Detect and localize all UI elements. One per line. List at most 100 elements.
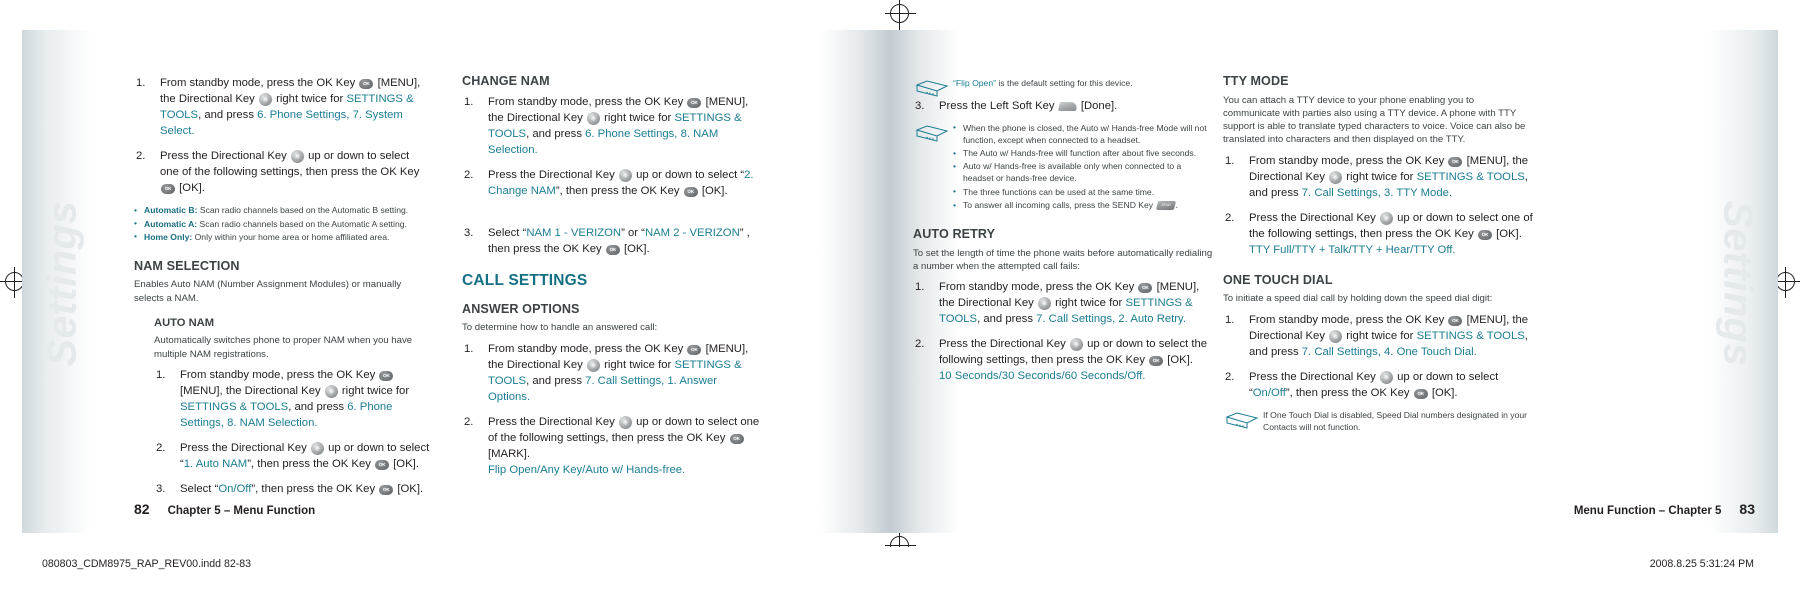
list-item: When the phone is closed, the Auto w/ Ha… <box>953 122 1213 147</box>
step-text: . <box>1448 186 1453 199</box>
list-item: Auto w/ Hands-free is available only whe… <box>953 161 1213 185</box>
heading-auto-retry: AUTO RETRY <box>913 226 996 241</box>
step-text: right twice for <box>1055 297 1123 310</box>
ok-key-icon <box>379 485 394 496</box>
step-text: right twice for <box>604 111 672 124</box>
step-item: From standby mode, press the OK Key [MEN… <box>134 75 430 139</box>
send-key-icon <box>1155 201 1176 211</box>
step-text: Select “ <box>488 226 527 239</box>
option-term: Home Only: <box>144 231 193 242</box>
step-text: [OK]. <box>1431 386 1458 399</box>
ok-key-icon <box>1448 156 1463 167</box>
directional-key-icon <box>1037 297 1051 311</box>
directional-key-icon <box>1379 211 1393 225</box>
menu-option: NAM 2 - VERIZON <box>644 226 740 239</box>
note-quoted-value: “Flip Open” <box>953 78 996 88</box>
step-item: Press the Left Soft Key [Done]. <box>913 98 1213 114</box>
scan-filename: 080803_CDM8975_RAP_REV00.indd 82-83 <box>42 558 252 570</box>
auto-retry-steps: From standby mode, press the OK Key [MEN… <box>913 279 1213 384</box>
tty-mode-steps: From standby mode, press the OK Key [MEN… <box>1223 153 1533 258</box>
ok-key-icon <box>1477 229 1492 240</box>
step-text: , and press <box>977 313 1033 326</box>
step-text: From standby mode, press the OK Key <box>939 281 1135 293</box>
step-text: , and press <box>288 401 345 413</box>
tty-mode-body: You can attach a TTY device to your phon… <box>1223 94 1526 146</box>
nam-selection-body: Enables Auto NAM (Number Assignment Modu… <box>134 279 402 304</box>
list-item: The Auto w/ Hands-free will function aft… <box>953 148 1213 160</box>
section-tab-right: Settings <box>1715 200 1762 367</box>
option-term: Automatic A: <box>144 218 198 229</box>
auto-retry-body: To set the length of time the phone wait… <box>913 247 1213 272</box>
step-text: , and press <box>526 127 582 140</box>
note-one-touch-dial: If One Touch Dial is disabled, Speed Dia… <box>1223 410 1533 434</box>
ok-key-icon <box>379 370 394 381</box>
auto-nam-body: Automatically switches phone to proper N… <box>154 335 413 360</box>
step-text: up or down to select “ <box>636 168 745 181</box>
step-text: . <box>191 125 195 138</box>
step-text: From standby mode, press the OK Key <box>1249 313 1445 326</box>
step-text: From standby mode, press the OK Key <box>488 95 684 108</box>
ok-key-icon <box>1149 356 1164 367</box>
step-text: . <box>314 417 318 430</box>
step-item: Press the Directional Key up or down to … <box>134 148 430 196</box>
step-text: [OK]. <box>179 182 205 195</box>
left-page-footer: 82 Chapter 5 – Menu Function <box>134 501 315 517</box>
list-item: Automatic A: Scan radio channels based o… <box>134 218 430 231</box>
step-text: [OK]. <box>393 458 419 471</box>
step-text: [OK]. <box>1496 227 1522 240</box>
ok-key-icon <box>683 186 698 197</box>
step-item: From standby mode, press the OK Key [MEN… <box>1223 312 1533 360</box>
note-text: If One Touch Dial is disabled, Speed Dia… <box>1263 409 1528 432</box>
column-2: CHANGE NAM From standby mode, press the … <box>462 72 762 487</box>
step-item: Press the Directional Key up or down to … <box>913 336 1213 384</box>
step-text: From standby mode, press the OK Key <box>180 368 376 381</box>
note-hands-free: When the phone is closed, the Auto w/ Ha… <box>913 122 1213 212</box>
step-text: ”, then press the OK Key <box>1285 386 1410 399</box>
step-text: Press the Directional Key <box>1249 370 1376 383</box>
step-text: . <box>526 390 531 403</box>
system-select-steps: From standby mode, press the OK Key [MEN… <box>134 75 430 196</box>
menu-option-list: Flip Open/Any Key/Auto w/ Hands-free <box>488 463 683 476</box>
step-item: Select “NAM 1 - VERIZON” or “NAM 2 - VER… <box>462 225 762 257</box>
menu-option: 1. Auto NAM <box>183 458 248 471</box>
manual-spread-scan: Settings From standby mode, press the OK… <box>0 0 1800 589</box>
step-text: Press the Directional Key <box>488 168 615 181</box>
page-number: 83 <box>1739 501 1755 517</box>
menu-path-settings-tools: SETTINGS & TOOLS <box>1416 329 1525 342</box>
step-text: right twice for <box>341 384 410 397</box>
note-flag-icon <box>1225 412 1259 429</box>
note-flag-icon <box>915 80 949 97</box>
step-item: Select “On/Off”, then press the OK Key [… <box>154 481 430 497</box>
directional-key-icon <box>290 150 304 164</box>
step-text: ”, then press the OK Key <box>251 483 376 496</box>
menu-path-detail: 7. Call Settings, 3. TTY Mode <box>1301 186 1449 199</box>
section-tab-left: Settings <box>38 200 85 367</box>
auto-nam-steps: From standby mode, press the OK Key [MEN… <box>154 367 430 497</box>
step-text: [OK]. <box>1167 354 1193 367</box>
note-flag-icon <box>915 125 949 142</box>
step-item: Press the Directional Key up or down to … <box>462 414 762 478</box>
option-desc: Scan radio channels based on the Automat… <box>199 205 409 216</box>
menu-option: NAM 1 - VERIZON <box>526 226 622 239</box>
registration-mark-top <box>885 0 916 30</box>
step-text: . <box>1452 243 1456 256</box>
directional-key-icon <box>1069 338 1083 352</box>
step-text: right twice for <box>1346 329 1414 342</box>
step-text: Press the Directional Key <box>1249 211 1376 224</box>
step-item: Press the Directional Key up or down to … <box>1223 210 1533 258</box>
left-page: Settings From standby mode, press the OK… <box>22 30 890 533</box>
directional-key-icon <box>586 111 600 125</box>
system-select-options: Automatic B: Scan radio channels based o… <box>134 205 430 244</box>
heading-call-settings: CALL SETTINGS <box>462 271 588 289</box>
list-item: Automatic B: Scan radio channels based o… <box>134 205 430 217</box>
answer-options-steps-continued: Press the Left Soft Key [Done]. <box>913 98 1213 114</box>
step-text: [OK]. <box>623 242 650 255</box>
step-item: From standby mode, press the OK Key [MEN… <box>1223 153 1533 201</box>
heading-auto-nam: AUTO NAM <box>154 316 215 329</box>
step-text: . <box>1182 313 1186 326</box>
directional-key-icon <box>324 384 338 398</box>
ok-key-icon <box>687 344 702 355</box>
step-text: From standby mode, press the OK Key <box>1249 154 1445 167</box>
step-text: From standby mode, press the OK Key <box>160 77 356 89</box>
note-text: To answer all incoming calls, press the … <box>963 200 1154 211</box>
